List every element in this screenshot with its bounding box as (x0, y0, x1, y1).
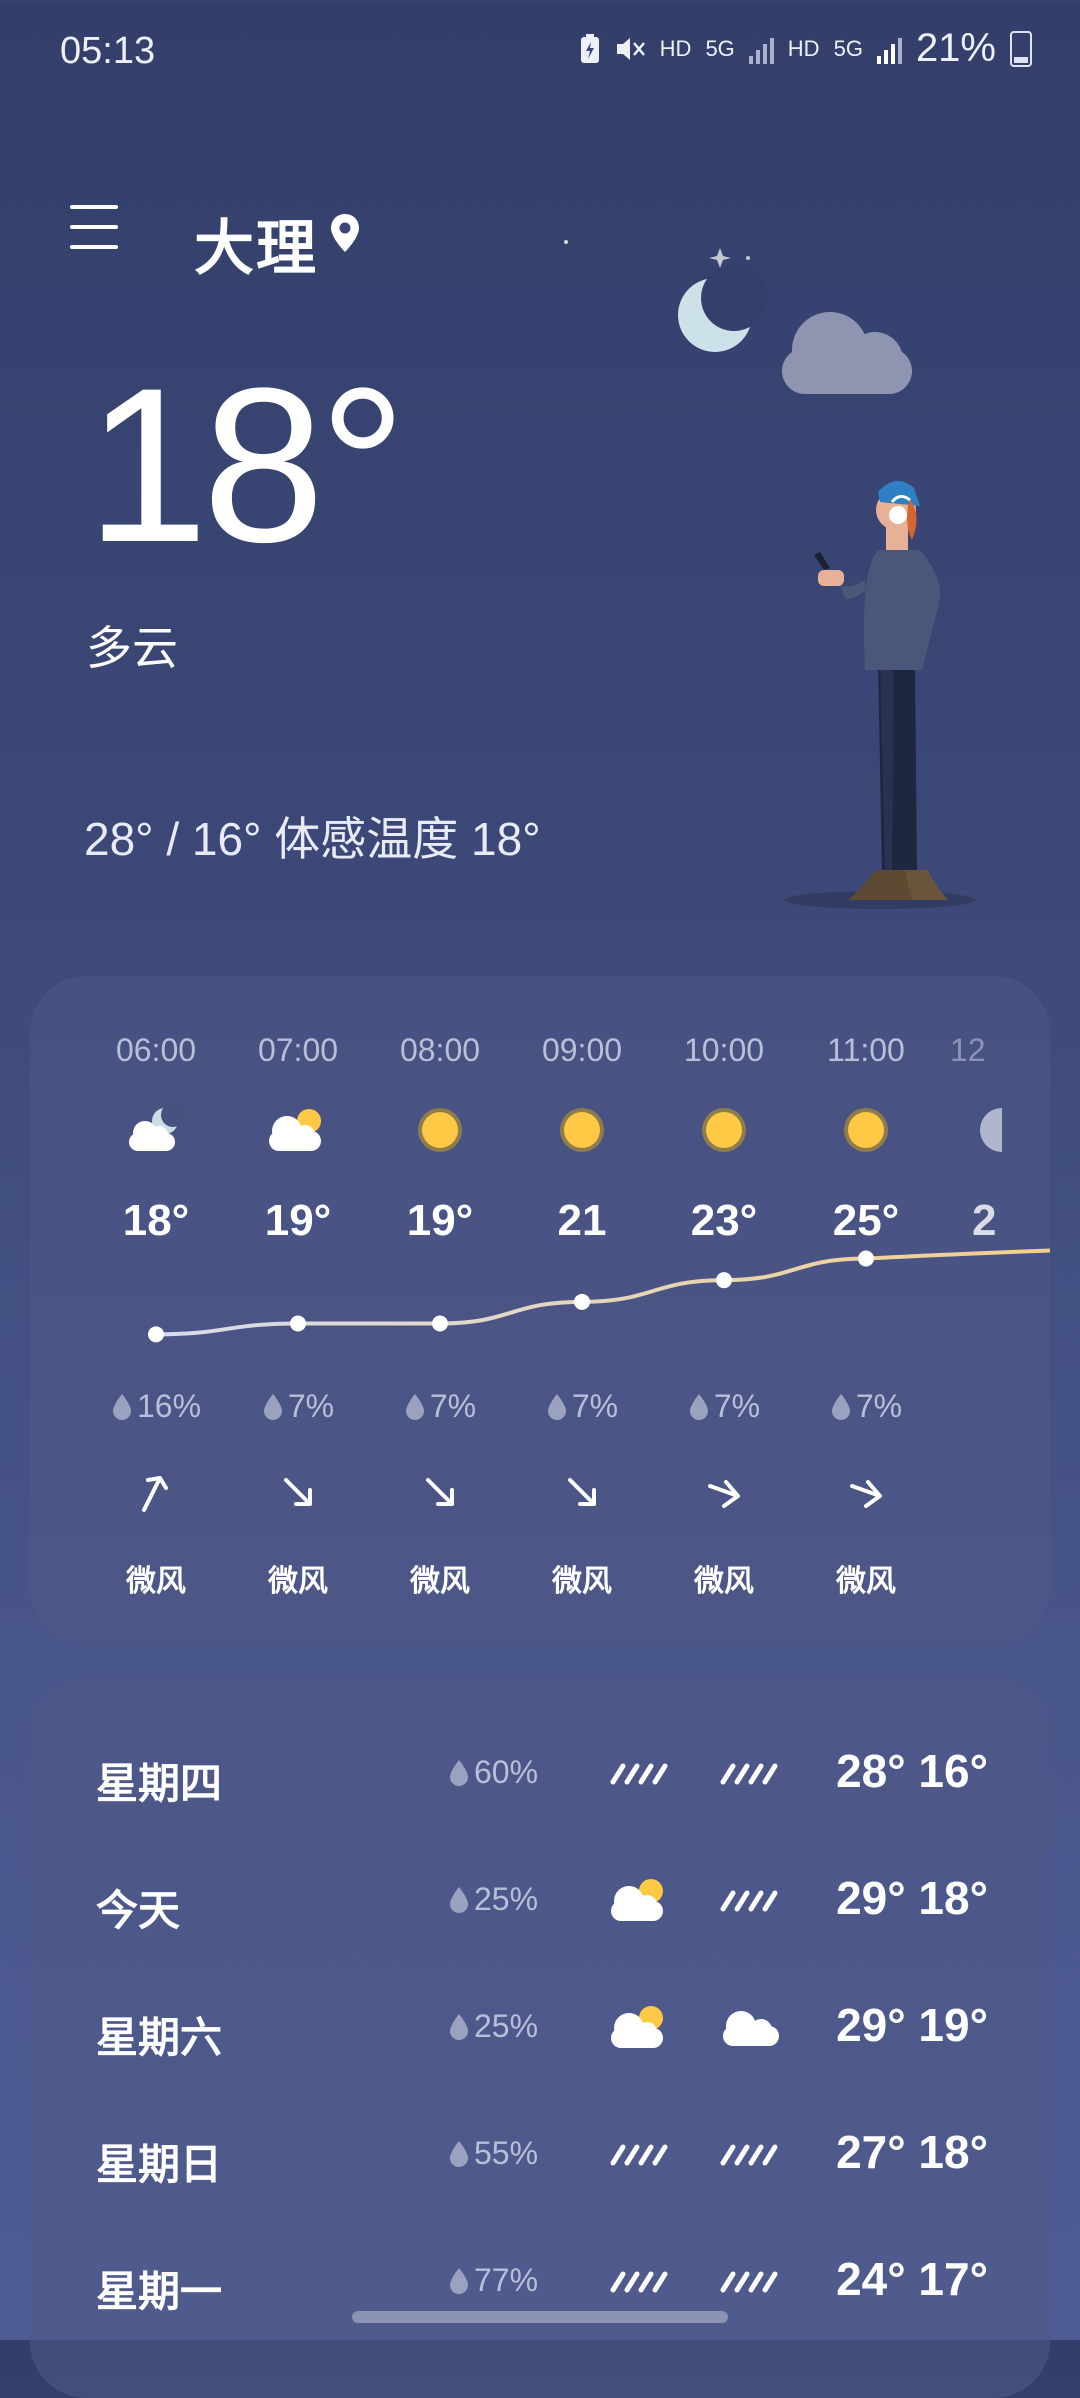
hourly-temp-point (290, 1315, 306, 1332)
daily-day-condition (605, 1875, 675, 1925)
daily-row[interactable]: 星期日 55% 27° 18° (30, 2105, 1050, 2205)
battery-saver-icon (580, 33, 599, 63)
battery-icon (1010, 30, 1032, 67)
rain-icon (720, 1890, 778, 1912)
weather-illustration (564, 240, 976, 909)
network-5g-label: 5G (705, 35, 735, 61)
daily-row[interactable]: 今天 25% 29° 18° (30, 1851, 1050, 1951)
daily-precip-value: 77% (474, 2262, 539, 2298)
location-pin-icon (331, 214, 359, 252)
daily-day-condition (605, 2256, 675, 2306)
daily-night-condition (715, 2129, 785, 2179)
daily-row[interactable]: 星期四 60% 28° 16° (30, 1724, 1050, 1824)
daily-night-condition (715, 1875, 785, 1925)
hourly-temp-point (148, 1326, 164, 1343)
status-time: 05:13 (60, 30, 156, 72)
daily-day: 星期四 (96, 1760, 223, 1807)
raindrop-icon (450, 2014, 468, 2040)
home-indicator[interactable] (352, 2311, 728, 2323)
sun-cloud-icon (611, 1879, 663, 1921)
daily-day-condition (605, 2002, 675, 2052)
daily-precip: 60% (448, 1754, 538, 1791)
sun-cloud-icon (611, 2006, 663, 2048)
daily-night-condition (715, 2002, 785, 2052)
temperature-range-feels-like: 28° / 16° 体感温度 18° (84, 813, 541, 865)
daily-day-condition (605, 2129, 675, 2179)
daily-temps: 28° 16° (836, 1745, 988, 1797)
raindrop-icon (450, 2141, 468, 2167)
cloud-icon (782, 312, 912, 394)
current-condition: 多云 (86, 622, 178, 674)
rain-icon (720, 1763, 778, 1785)
rain-icon (720, 2271, 778, 2293)
daily-precip-value: 25% (474, 1881, 539, 1917)
daily-temps: 29° 19° (836, 1999, 988, 2051)
hourly-temp-point (432, 1315, 448, 1332)
daily-day: 今天 (96, 1887, 181, 1934)
raindrop-icon (450, 1760, 468, 1786)
rain-icon (610, 2271, 668, 2293)
daily-night-condition (715, 2256, 785, 2306)
person-figure (784, 480, 976, 909)
daily-precip: 55% (448, 2135, 538, 2172)
hourly-temp-point (858, 1250, 874, 1267)
battery-percent: 21% (915, 26, 996, 70)
current-temperature: 18° (86, 342, 407, 588)
daily-day-condition (605, 1748, 675, 1798)
daily-forecast-card[interactable]: 星期四 60% 28° 16° 今天 25% 29° 18° 星期六 25% 2… (30, 1678, 1050, 2398)
daily-temps: 24° 17° (836, 2253, 988, 2305)
status-icons: HD 5G HD 5G 21% (580, 26, 1032, 71)
daily-precip-value: 25% (474, 2008, 539, 2044)
daily-day: 星期六 (96, 2014, 223, 2061)
daily-precip: 25% (448, 1881, 538, 1918)
rain-icon (610, 2144, 668, 2166)
daily-precip-value: 60% (474, 1754, 539, 1790)
daily-temps: 29° 18° (836, 1872, 988, 1924)
daily-temps: 27° 18° (836, 2126, 988, 2178)
rain-icon (720, 2144, 778, 2166)
daily-precip: 77% (448, 2262, 538, 2299)
mute-icon (616, 37, 645, 60)
hourly-temperature-curve (148, 1248, 1050, 1343)
hourly-temp-point (716, 1272, 732, 1289)
raindrop-icon (450, 1887, 468, 1913)
daily-night-condition (715, 1748, 785, 1798)
daily-precip: 25% (448, 2008, 538, 2045)
moon-icon (678, 265, 767, 352)
city-name[interactable]: 大理 (194, 200, 318, 287)
network-hd-label: HD (659, 35, 692, 61)
cloud-icon (723, 2011, 779, 2046)
rain-icon (610, 1763, 668, 1785)
hourly-forecast-card[interactable]: 06:00 18° 16% 微风 07:00 19° 7% 微风 08:00 1… (30, 976, 1050, 1646)
daily-precip-value: 55% (474, 2135, 539, 2171)
raindrop-icon (450, 2268, 468, 2294)
hourly-temp-point (574, 1293, 590, 1310)
network-5g-label-2: 5G (833, 35, 863, 61)
network-hd-label-2: HD (787, 35, 820, 61)
daily-day: 星期日 (96, 2141, 223, 2188)
signal-icon-2 (876, 34, 902, 64)
signal-icon (748, 34, 774, 64)
hamburger-menu-icon[interactable] (70, 205, 118, 251)
daily-row[interactable]: 星期六 25% 29° 19° (30, 1978, 1050, 2078)
daily-day: 星期一 (96, 2268, 223, 2315)
